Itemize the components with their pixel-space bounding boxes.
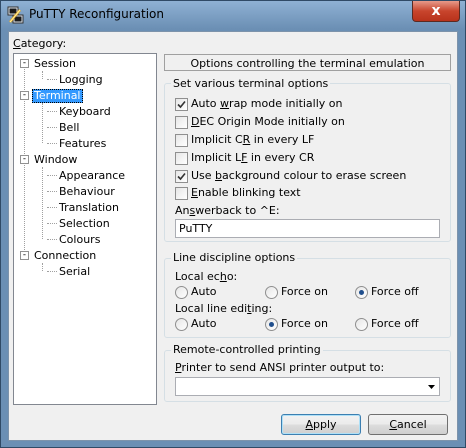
- cancel-button[interactable]: Cancel: [368, 414, 448, 435]
- tree-item-appearance[interactable]: Appearance: [58, 169, 126, 183]
- local-echo-force-off-label[interactable]: Force off: [371, 285, 419, 298]
- category-label: Category:: [13, 37, 67, 50]
- line-editing-auto-radio[interactable]: [175, 318, 188, 331]
- panel-header: Options controlling the terminal emulati…: [164, 54, 451, 71]
- tree-branch: [47, 239, 57, 240]
- auto-wrap-checkbox[interactable]: [175, 98, 188, 111]
- tree-item-logging[interactable]: Logging: [58, 73, 104, 87]
- putty-window: PuTTY Reconfiguration x Category: - - - …: [0, 0, 466, 448]
- tree-branch: [47, 111, 57, 112]
- close-button[interactable]: x: [412, 1, 460, 22]
- tree-item-terminal[interactable]: Terminal: [32, 89, 83, 103]
- dropdown-arrow-icon[interactable]: [428, 385, 435, 389]
- category-tree[interactable]: - - - - Session Logging Terminal Keyboar…: [13, 53, 157, 405]
- tree-session-line: [42, 71, 43, 79]
- line-discipline-title: Line discipline options: [171, 251, 298, 264]
- dialog-body: Category: - - - - Session Logging Termin…: [8, 31, 458, 441]
- tree-item-connection[interactable]: Connection: [33, 249, 97, 263]
- tree-item-selection[interactable]: Selection: [58, 217, 111, 231]
- printer-label: Printer to send ANSI printer output to:: [175, 361, 385, 374]
- collapse-window-icon[interactable]: -: [20, 155, 29, 164]
- local-echo-label: Local echo:: [175, 270, 238, 283]
- implicit-cr-label[interactable]: Implicit CR in every LF: [191, 133, 314, 146]
- printing-title: Remote-controlled printing: [171, 343, 323, 356]
- tree-item-behaviour[interactable]: Behaviour: [58, 185, 116, 199]
- answerback-label: Answerback to ^E:: [175, 204, 280, 217]
- checkmark-icon: [177, 172, 186, 181]
- terminal-options-title: Set various terminal options: [171, 77, 331, 90]
- bg-erase-checkbox[interactable]: [175, 170, 188, 183]
- line-editing-auto-label[interactable]: Auto: [191, 317, 217, 330]
- blinking-text-checkbox[interactable]: [175, 187, 188, 200]
- title-bar[interactable]: PuTTY Reconfiguration x: [1, 1, 465, 29]
- auto-wrap-label[interactable]: Auto wrap mode initially on: [191, 97, 343, 110]
- printer-select[interactable]: [175, 377, 440, 396]
- line-editing-force-on-label[interactable]: Force on: [281, 317, 328, 330]
- bg-erase-label[interactable]: Use background colour to erase screen: [191, 169, 406, 182]
- tree-window-line: [42, 167, 43, 239]
- tree-item-colours[interactable]: Colours: [58, 233, 101, 247]
- tree-connection-line: [42, 263, 43, 271]
- line-editing-force-off-radio[interactable]: [355, 318, 368, 331]
- tree-item-serial[interactable]: Serial: [58, 265, 91, 279]
- checkmark-icon: [177, 100, 186, 109]
- close-icon: x: [431, 3, 441, 19]
- tree-terminal-line: [42, 103, 43, 143]
- tree-branch: [47, 223, 57, 224]
- local-echo-auto-label[interactable]: Auto: [191, 285, 217, 298]
- collapse-terminal-icon[interactable]: -: [20, 91, 29, 100]
- tree-item-features[interactable]: Features: [58, 137, 107, 151]
- line-editing-force-off-label[interactable]: Force off: [371, 317, 419, 330]
- implicit-lf-checkbox[interactable]: [175, 152, 188, 165]
- dec-origin-label[interactable]: DEC Origin Mode initially on: [191, 115, 345, 128]
- radio-selected-dot: [359, 290, 364, 295]
- tree-branch: [47, 143, 57, 144]
- apply-button[interactable]: Apply: [281, 414, 361, 435]
- tree-branch: [47, 127, 57, 128]
- local-echo-force-off-radio[interactable]: [355, 286, 368, 299]
- putty-app-icon: [7, 6, 24, 24]
- local-echo-force-on-radio[interactable]: [265, 286, 278, 299]
- tree-item-session[interactable]: Session: [33, 57, 77, 71]
- answerback-input[interactable]: PuTTY: [175, 219, 440, 238]
- window-title: PuTTY Reconfiguration: [29, 7, 165, 21]
- tree-branch: [47, 271, 57, 272]
- radio-selected-dot: [269, 322, 274, 327]
- local-echo-force-on-label[interactable]: Force on: [281, 285, 328, 298]
- tree-item-bell[interactable]: Bell: [58, 121, 80, 135]
- tree-branch: [47, 207, 57, 208]
- implicit-cr-checkbox[interactable]: [175, 134, 188, 147]
- local-line-editing-label: Local line editing:: [175, 302, 273, 315]
- collapse-connection-icon[interactable]: -: [20, 251, 29, 260]
- line-editing-force-on-radio[interactable]: [265, 318, 278, 331]
- local-echo-auto-radio[interactable]: [175, 286, 188, 299]
- collapse-session-icon[interactable]: -: [20, 59, 29, 68]
- tree-item-window[interactable]: Window: [33, 153, 78, 167]
- blinking-text-label[interactable]: Enable blinking text: [191, 186, 301, 199]
- tree-item-keyboard[interactable]: Keyboard: [58, 105, 112, 119]
- tree-branch: [47, 191, 57, 192]
- tree-branch: [47, 79, 57, 80]
- dec-origin-checkbox[interactable]: [175, 116, 188, 129]
- tree-branch: [47, 175, 57, 176]
- tree-item-translation[interactable]: Translation: [58, 201, 120, 215]
- implicit-lf-label[interactable]: Implicit LF in every CR: [191, 151, 314, 164]
